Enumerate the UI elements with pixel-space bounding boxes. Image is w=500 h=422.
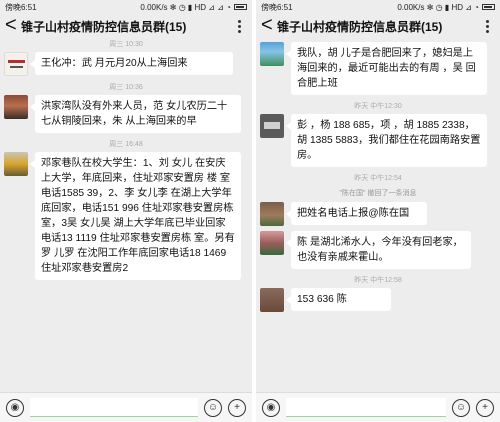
message-row: 153 636 陈 <box>260 288 496 312</box>
timestamp: 周三 10:30 <box>109 41 143 48</box>
message-row: 邓家巷队在校大学生：1、刘 女儿 在安庆上大学，年底回来，住址邓家安置房 楼 室… <box>4 152 248 280</box>
message-row: 王化冲：武 月元月20从上海回来 <box>4 52 248 76</box>
plus-icon[interactable]: + <box>228 398 246 417</box>
message-bubble[interactable]: 洪家湾队没有外来人员，范 女儿农历二十七从铜陵回来，朱 从上海回来的早 <box>30 95 241 133</box>
message-row: 我队，胡 儿子是合肥回来了，媳妇是上海回来的，最近可能出去的有周 ，吴 回合肥上… <box>260 42 496 95</box>
chat-history[interactable]: 我队，胡 儿子是合肥回来了，媳妇是上海回来的，最近可能出去的有周 ，吴 回合肥上… <box>256 38 500 392</box>
message-bubble[interactable]: 王化冲：武 月元月20从上海回来 <box>30 52 233 75</box>
timestamp: 昨天 中午12:58 <box>354 277 402 284</box>
timestamp: 昨天 中午12:54 <box>354 175 402 182</box>
message-row: 彭 ，杨 188 685，项 ，胡 1885 2338，胡 1385 5883，… <box>260 114 496 167</box>
message-bubble[interactable]: 邓家巷队在校大学生：1、刘 女儿 在安庆上大学，年底回来，住址邓家安置房 楼 室… <box>30 152 241 280</box>
avatar[interactable] <box>260 42 284 66</box>
emoji-icon[interactable]: ☺ <box>204 398 222 417</box>
message-bubble[interactable]: 我队，胡 儿子是合肥回来了，媳妇是上海回来的，最近可能出去的有周 ，吴 回合肥上… <box>286 42 487 95</box>
avatar[interactable] <box>260 202 284 226</box>
chat-history[interactable]: 周三 10:30 王化冲：武 月元月20从上海回来 周三 10:36 洪家湾队没… <box>0 38 252 392</box>
left-phone-screen: 傍晚6:51 0.00K/s ✻ ◷ ▮ HD ⊿ ⊿ ◔ < 锥子山村疫情防控… <box>0 0 252 422</box>
recall-notice: "陈在国" 撤回了一条消息 <box>339 190 417 197</box>
status-indicators: 0.00K/s ✻ ◷ ▮ HD ⊿ ◔ <box>397 2 479 12</box>
message-bubble[interactable]: 把姓名电话上报@陈在国 <box>286 202 427 225</box>
message-row: 洪家湾队没有外来人员，范 女儿农历二十七从铜陵回来，朱 从上海回来的早 <box>4 95 248 133</box>
message-row: 把姓名电话上报@陈在国 <box>260 202 496 226</box>
chat-input-bar: ◉ ☺ + <box>0 392 252 422</box>
more-menu-icon[interactable] <box>479 19 495 33</box>
back-arrow-icon[interactable]: < <box>5 15 21 35</box>
message-bubble[interactable]: 陈 是湖北浠水人，今年没有回老家，也没有亲戚来霍山。 <box>286 231 471 269</box>
emoji-icon[interactable]: ☺ <box>452 398 470 417</box>
status-bar: 傍晚6:51 0.00K/s ✻ ◷ ▮ HD ⊿ ⊿ ◔ <box>0 0 252 14</box>
chat-title-bar: < 锥子山村疫情防控信息员群(15) <box>256 14 500 38</box>
battery-icon <box>234 4 247 10</box>
status-bar: 傍晚6:51 0.00K/s ✻ ◷ ▮ HD ⊿ ◔ <box>256 0 500 14</box>
battery-icon <box>482 4 495 10</box>
timestamp: 昨天 中午12:30 <box>354 103 402 110</box>
voice-icon[interactable]: ◉ <box>6 398 24 417</box>
timestamp: 周三 10:36 <box>109 84 143 91</box>
message-bubble[interactable]: 彭 ，杨 188 685，项 ，胡 1885 2338，胡 1385 5883，… <box>286 114 487 167</box>
avatar[interactable] <box>4 95 28 119</box>
message-input[interactable] <box>30 398 198 417</box>
status-indicators: 0.00K/s ✻ ◷ ▮ HD ⊿ ⊿ ◔ <box>140 2 231 12</box>
status-time: 傍晚6:51 <box>261 2 293 12</box>
avatar[interactable] <box>260 288 284 312</box>
right-phone-screen: 傍晚6:51 0.00K/s ✻ ◷ ▮ HD ⊿ ◔ < 锥子山村疫情防控信息… <box>256 0 500 422</box>
message-input[interactable] <box>286 398 446 417</box>
group-title: 锥子山村疫情防控信息员群(15) <box>21 19 187 34</box>
avatar[interactable] <box>260 114 284 138</box>
plus-icon[interactable]: + <box>476 398 494 417</box>
avatar[interactable] <box>4 152 28 176</box>
message-row: 陈 是湖北浠水人，今年没有回老家，也没有亲戚来霍山。 <box>260 231 496 269</box>
group-title: 锥子山村疫情防控信息员群(15) <box>277 19 443 34</box>
back-arrow-icon[interactable]: < <box>261 15 277 35</box>
voice-icon[interactable]: ◉ <box>262 398 280 417</box>
chat-title-bar: < 锥子山村疫情防控信息员群(15) <box>0 14 252 38</box>
more-menu-icon[interactable] <box>231 19 247 33</box>
avatar[interactable] <box>4 52 28 76</box>
avatar[interactable] <box>260 231 284 255</box>
status-time: 傍晚6:51 <box>5 2 37 12</box>
chat-input-bar: ◉ ☺ + <box>256 392 500 422</box>
message-bubble[interactable]: 153 636 陈 <box>286 288 391 311</box>
timestamp: 周三 16:48 <box>109 141 143 148</box>
